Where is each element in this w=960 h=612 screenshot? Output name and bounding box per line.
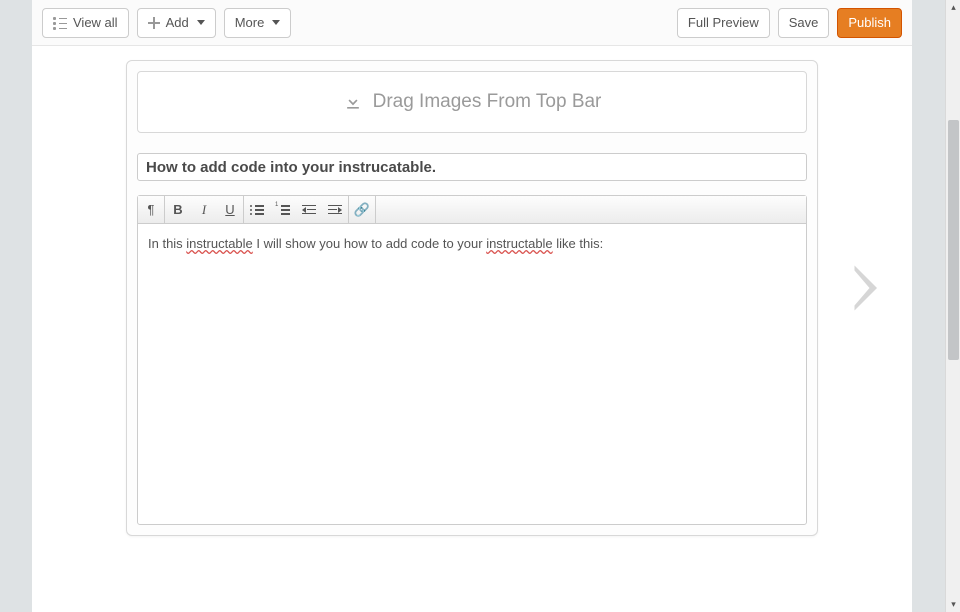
link-button[interactable]: 🔗 [349, 196, 375, 223]
scroll-up-button[interactable]: ▴ [946, 0, 960, 15]
view-all-label: View all [73, 15, 118, 30]
arrow-down-icon: ▾ [951, 599, 956, 610]
save-label: Save [789, 15, 819, 30]
full-preview-button[interactable]: Full Preview [677, 8, 770, 38]
publish-label: Publish [848, 15, 891, 30]
number-list-icon [276, 205, 290, 215]
plus-icon [148, 17, 160, 29]
indent-button[interactable] [322, 196, 348, 223]
save-button[interactable]: Save [778, 8, 830, 38]
body-text-1: In this [148, 236, 186, 251]
underline-button[interactable]: U [217, 196, 243, 223]
bold-icon: B [173, 202, 182, 217]
italic-button[interactable]: I [191, 196, 217, 223]
editor-window: View all Add More Full Preview Save [0, 0, 945, 612]
add-label: Add [166, 15, 189, 30]
bold-button[interactable]: B [165, 196, 191, 223]
top-toolbar: View all Add More Full Preview Save [32, 0, 912, 46]
pilcrow-icon: ¶ [148, 202, 155, 217]
rte-toolbar: ¶ B I U 🔗 [138, 196, 806, 224]
next-step-button[interactable] [847, 258, 887, 318]
body-text-3: like this: [553, 236, 604, 251]
outdent-button[interactable] [296, 196, 322, 223]
link-icon: 🔗 [354, 202, 370, 218]
italic-icon: I [202, 202, 206, 218]
view-all-button[interactable]: View all [42, 8, 129, 38]
publish-button[interactable]: Publish [837, 8, 902, 38]
indent-icon [328, 205, 342, 215]
paragraph-style-button[interactable]: ¶ [138, 196, 164, 223]
caret-down-icon [197, 20, 205, 25]
bullet-list-icon [250, 205, 264, 215]
image-dropzone[interactable]: Drag Images From Top Bar [137, 71, 807, 133]
toolbar-right: Full Preview Save Publish [677, 8, 902, 38]
caret-down-icon [272, 20, 280, 25]
window-vertical-scrollbar[interactable]: ▴ ▾ [945, 0, 960, 612]
more-button[interactable]: More [224, 8, 292, 38]
rte-body[interactable]: In this instructable I will show you how… [138, 224, 806, 524]
dropzone-label: Drag Images From Top Bar [373, 91, 602, 113]
scroll-down-button[interactable]: ▾ [946, 597, 960, 612]
scrollbar-thumb[interactable] [948, 120, 959, 360]
step-title-input[interactable] [137, 153, 807, 181]
spellcheck-error: instructable [186, 236, 252, 251]
body-text-2: I will show you how to add code to your [253, 236, 486, 251]
add-button[interactable]: Add [137, 8, 216, 38]
list-icon [53, 17, 67, 29]
download-arrow-icon [343, 92, 363, 112]
full-preview-label: Full Preview [688, 15, 759, 30]
step-editor-card: Drag Images From Top Bar ¶ B I U [126, 60, 818, 536]
underline-icon: U [225, 202, 234, 217]
toolbar-left: View all Add More [42, 8, 291, 38]
chevron-right-icon [850, 263, 884, 313]
outdent-icon [302, 205, 316, 215]
more-label: More [235, 15, 265, 30]
main-canvas: View all Add More Full Preview Save [32, 0, 912, 612]
number-list-button[interactable] [270, 196, 296, 223]
arrow-up-icon: ▴ [951, 2, 956, 13]
rich-text-editor: ¶ B I U 🔗 [137, 195, 807, 525]
spellcheck-error: instructable [486, 236, 552, 251]
bullet-list-button[interactable] [244, 196, 270, 223]
